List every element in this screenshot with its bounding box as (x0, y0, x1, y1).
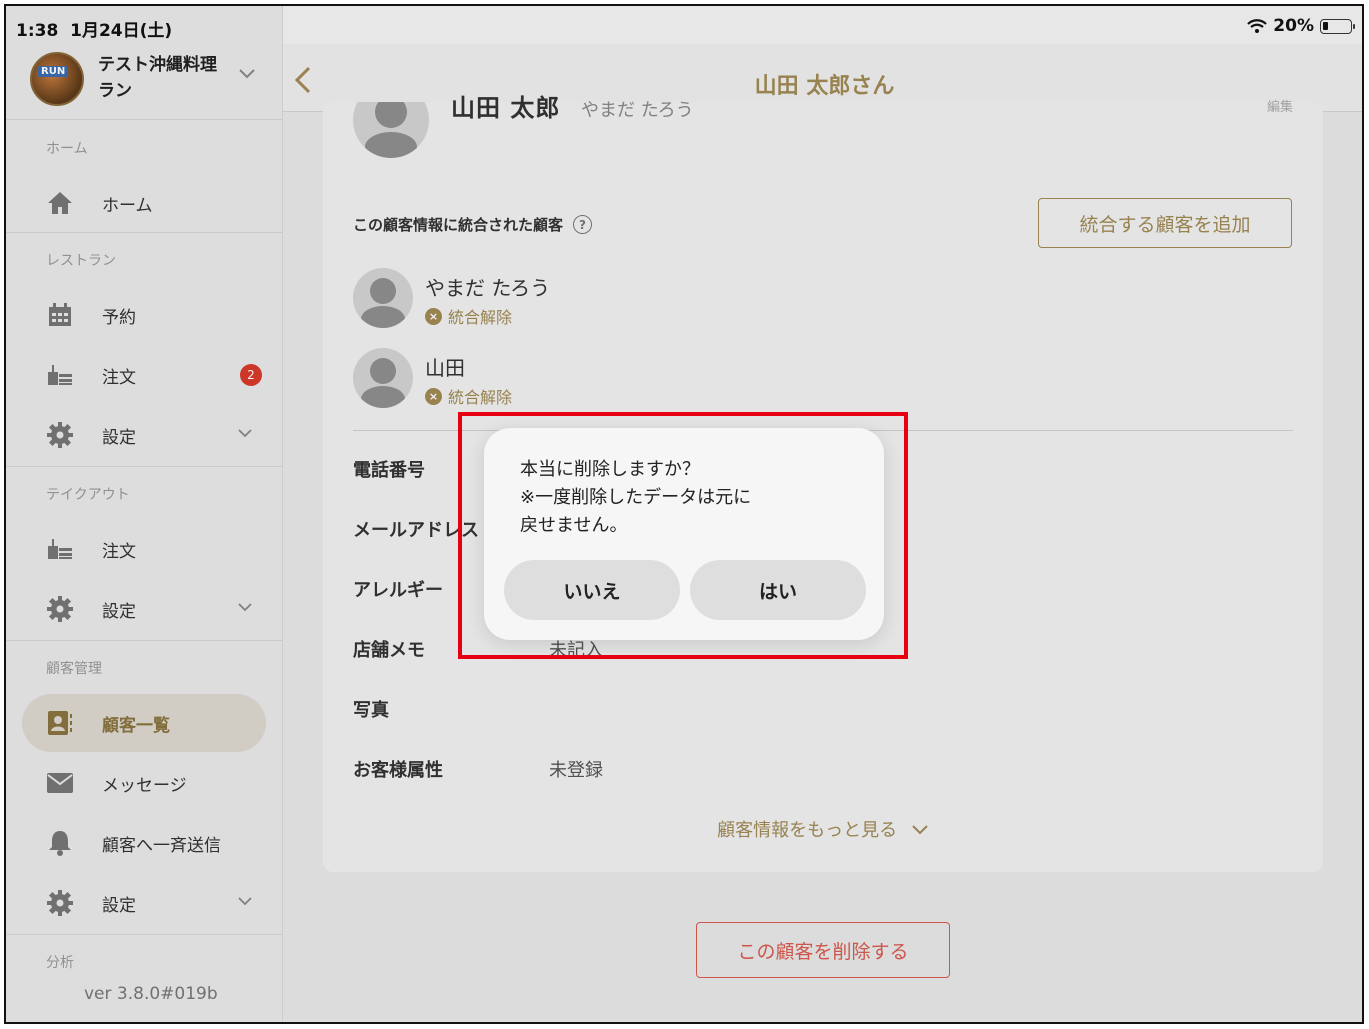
highlight-box (458, 412, 908, 659)
app-frame: RUN テスト沖縄料理ラン ホーム ホーム レストラン 予約 注文 2 設定 テ… (4, 4, 1364, 1024)
battery-icon (1320, 18, 1355, 34)
status-bar: 1:38 1月24日(土) 20% (6, 6, 1362, 44)
battery-percent: 20% (1273, 16, 1314, 36)
wifi-icon (1247, 18, 1268, 33)
